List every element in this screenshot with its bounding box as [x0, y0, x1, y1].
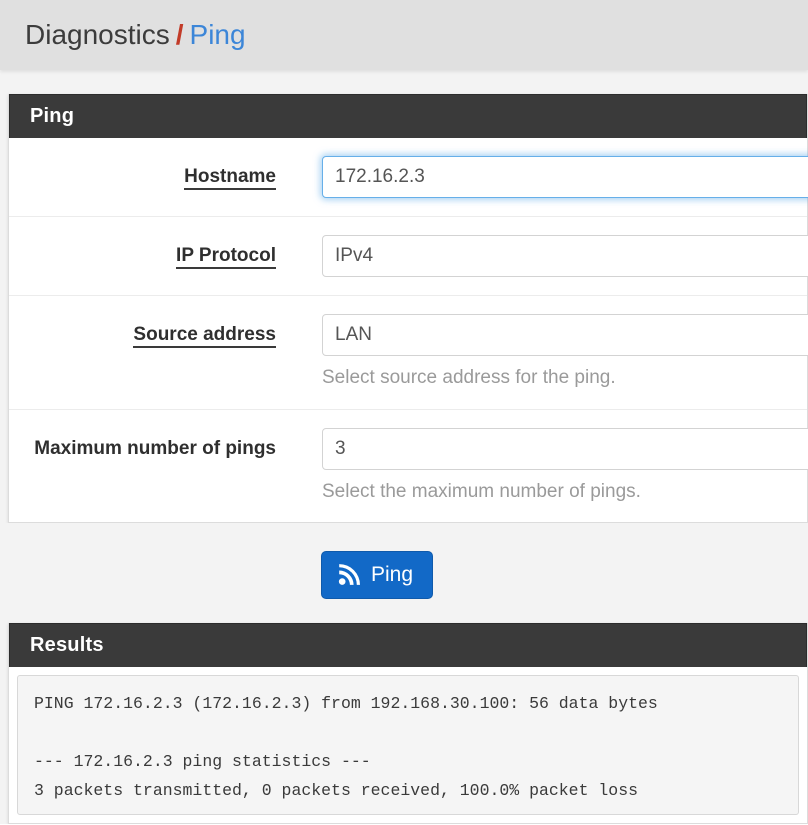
- breadcrumb: Diagnostics / Ping: [25, 21, 246, 49]
- help-max-pings: Select the maximum number of pings.: [322, 480, 641, 502]
- form-row-max-pings: Maximum number of pings 3 Select the max…: [9, 410, 808, 523]
- action-bar: Ping: [0, 523, 808, 624]
- max-pings-select[interactable]: 3: [322, 427, 808, 470]
- breadcrumb-separator: /: [175, 19, 184, 50]
- control-col-source-address: LAN Select source address for the ping.: [276, 314, 808, 391]
- results-panel-body: PING 172.16.2.3 (172.16.2.3) from 192.16…: [9, 675, 807, 816]
- ping-panel-body: Hostname IP Protocol IPv4 Source address…: [9, 138, 808, 523]
- results-panel: Results PING 172.16.2.3 (172.16.2.3) fro…: [8, 623, 808, 825]
- ping-button-label: Ping: [371, 563, 414, 587]
- breadcrumb-root[interactable]: Diagnostics: [25, 19, 170, 50]
- label-source-address-text: Source address: [133, 324, 276, 348]
- ping-button[interactable]: Ping: [321, 551, 434, 600]
- control-col-max-pings: 3 Select the maximum number of pings.: [276, 427, 808, 505]
- hostname-input[interactable]: [322, 156, 808, 198]
- rss-signal-icon: [338, 564, 360, 586]
- source-address-select[interactable]: LAN: [322, 314, 808, 356]
- label-source-address: Source address: [9, 314, 276, 348]
- label-max-pings-text: Maximum number of pings: [34, 437, 276, 459]
- label-hostname-text: Hostname: [184, 166, 276, 190]
- breadcrumb-bar: Diagnostics / Ping: [0, 0, 808, 70]
- label-ip-protocol-text: IP Protocol: [176, 245, 276, 269]
- ping-panel-heading: Ping: [9, 94, 807, 138]
- control-col-hostname: [276, 156, 808, 198]
- control-col-ip-protocol: IPv4: [276, 235, 808, 277]
- form-row-hostname: Hostname: [9, 138, 808, 217]
- form-row-ip-protocol: IP Protocol IPv4: [9, 217, 808, 296]
- form-row-source-address: Source address LAN Select source address…: [9, 296, 808, 410]
- label-ip-protocol: IP Protocol: [9, 235, 276, 269]
- label-max-pings: Maximum number of pings: [9, 428, 276, 462]
- label-hostname: Hostname: [9, 156, 276, 190]
- ping-output-textarea[interactable]: PING 172.16.2.3 (172.16.2.3) from 192.16…: [17, 675, 799, 816]
- breadcrumb-current-ping[interactable]: Ping: [190, 19, 246, 50]
- ping-panel: Ping Hostname IP Protocol IPv4 Source ad…: [8, 94, 808, 524]
- ip-protocol-select[interactable]: IPv4: [322, 235, 808, 277]
- help-source-address: Select source address for the ping.: [322, 367, 616, 388]
- results-panel-heading: Results: [9, 623, 807, 668]
